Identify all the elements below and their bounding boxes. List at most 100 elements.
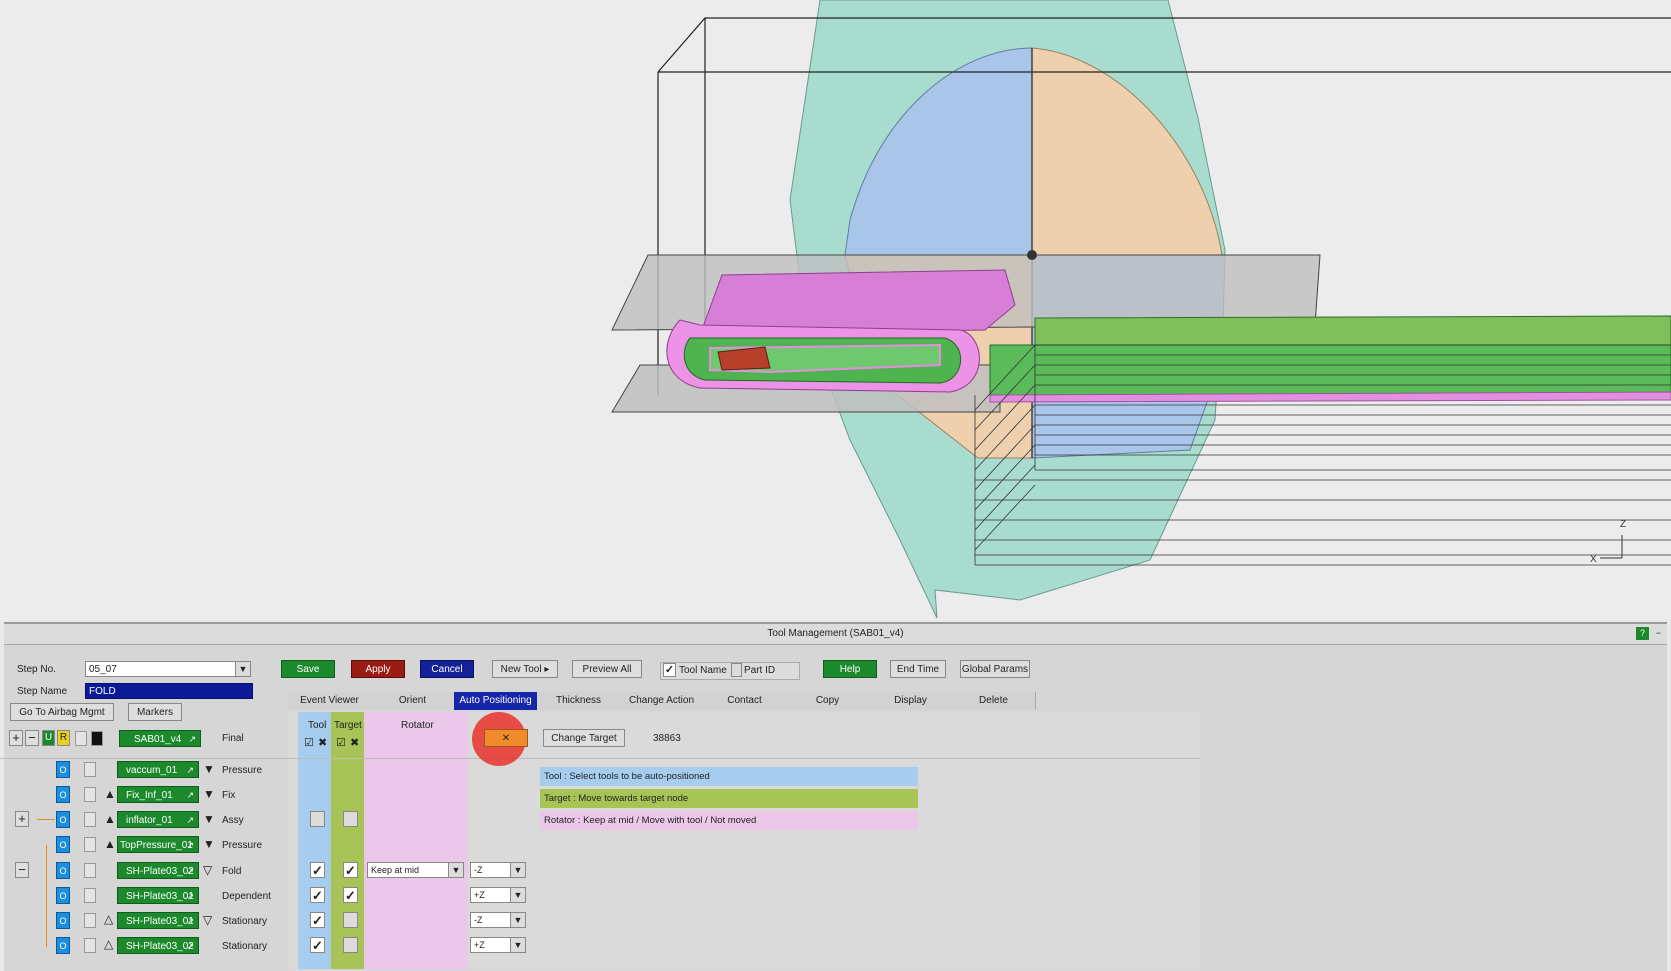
go-to-airbag-mgmt-button[interactable]: Go To Airbag Mgmt	[10, 703, 114, 721]
target-checkbox[interactable]	[343, 937, 358, 953]
markers-button[interactable]: Markers	[128, 703, 182, 721]
new-tool-button[interactable]: New Tool ▸	[492, 660, 558, 678]
folded-airbag-top	[699, 269, 1016, 336]
row-o-toggle[interactable]: O	[56, 862, 70, 879]
collapse-all-button[interactable]: −	[25, 730, 39, 746]
tool-checkbox[interactable]: ✓	[310, 862, 325, 878]
row-o-toggle[interactable]: O	[56, 887, 70, 904]
panel-titlebar: Tool Management (SAB01_v4) ? −	[4, 624, 1667, 645]
direction-dropdown-arrow[interactable]: ▼	[510, 937, 526, 953]
legend-tool: Tool : Select tools to be auto-positione…	[540, 767, 918, 786]
minimize-icon[interactable]: −	[1652, 627, 1665, 640]
target-checkbox[interactable]	[343, 912, 358, 928]
legend-rotator: Rotator : Keep at mid / Move with tool /…	[540, 811, 918, 830]
row-visibility[interactable]	[84, 938, 96, 953]
expand-inflator-button[interactable]: +	[15, 811, 29, 827]
pick-target-button[interactable]: ✕	[484, 729, 528, 747]
hollow-down-triangle-icon: ▽	[203, 913, 213, 927]
target-select-all-icon[interactable]: ☑	[336, 736, 346, 749]
row-name: SH-Plate03_01	[126, 891, 194, 902]
collapse-group-button[interactable]: −	[15, 862, 29, 878]
tool-sh-plate03-01[interactable]: SH-Plate03_01 ↗	[117, 887, 199, 904]
target-checkbox[interactable]	[343, 811, 358, 827]
tab-thickness[interactable]: Thickness	[537, 692, 621, 710]
row-arrow-icon: ↗	[186, 891, 194, 901]
row-o-toggle[interactable]: O	[56, 786, 70, 803]
tool-fix-inf-01[interactable]: Fix_Inf_01 ↗	[117, 786, 199, 803]
row-visibility[interactable]	[84, 787, 96, 802]
tool-checkbox[interactable]	[310, 811, 325, 827]
tool-name-checkbox[interactable]: ✓	[663, 663, 676, 677]
tab-contact[interactable]: Contact	[703, 692, 787, 710]
direction-dropdown-arrow[interactable]: ▼	[510, 887, 526, 903]
tab-auto-positioning[interactable]: Auto Positioning	[454, 692, 538, 710]
row-o-toggle[interactable]: O	[56, 811, 70, 828]
preview-all-button[interactable]: Preview All	[572, 660, 642, 678]
help-icon[interactable]: ?	[1636, 627, 1649, 640]
tool-sh-plate03-02[interactable]: SH-Plate03_02 ↗	[117, 862, 199, 879]
hollow-down-triangle-icon: ▽	[203, 863, 213, 877]
step-no-dropdown[interactable]: ▼	[235, 661, 251, 677]
row-visibility[interactable]	[84, 812, 96, 827]
row-o-toggle[interactable]: O	[56, 836, 70, 853]
tool-inflator-01[interactable]: inflator_01 ↗	[117, 811, 199, 828]
target-column-header: Target	[334, 720, 362, 731]
row-o-toggle[interactable]: O	[56, 937, 70, 954]
model-button[interactable]: SAB01_v4 ↗	[119, 730, 201, 747]
step-name-field[interactable]: FOLD	[85, 683, 253, 699]
tab-orient[interactable]: Orient	[371, 692, 455, 710]
target-node-marker	[1027, 250, 1037, 260]
tool-checkbox[interactable]: ✓	[310, 937, 325, 953]
expand-all-button[interactable]: +	[9, 730, 23, 746]
tool-sh-plate03-01-stationary[interactable]: SH-Plate03_01 ↗	[117, 912, 199, 929]
tab-event-viewer[interactable]: Event Viewer	[288, 692, 372, 710]
row-visibility[interactable]	[84, 837, 96, 852]
rotator-dropdown-arrow[interactable]: ▼	[448, 862, 464, 878]
legend-target: Target : Move towards target node	[540, 789, 918, 808]
header-separator	[0, 758, 1200, 759]
row-o-toggle[interactable]: O	[56, 761, 70, 778]
tab-copy[interactable]: Copy	[786, 692, 870, 710]
row-visibility[interactable]	[84, 762, 96, 777]
target-checkbox[interactable]: ✓	[343, 862, 358, 878]
save-button[interactable]: Save	[281, 660, 335, 678]
help-button[interactable]: Help	[823, 660, 877, 678]
tool-deselect-all-icon[interactable]: ✖	[318, 736, 327, 749]
apply-button[interactable]: Apply	[351, 660, 405, 678]
tab-display[interactable]: Display	[869, 692, 953, 710]
part-id-checkbox[interactable]	[731, 663, 742, 677]
row-name: SH-Plate03_01	[126, 916, 194, 927]
tool-select-all-icon[interactable]: ☑	[304, 736, 314, 749]
color-swatch[interactable]	[91, 731, 103, 746]
row-visibility[interactable]	[84, 863, 96, 878]
rotator-column-header: Rotator	[401, 720, 434, 731]
tab-delete[interactable]: Delete	[952, 692, 1036, 710]
tool-toppressure-01[interactable]: TopPressure_01 ↗	[117, 836, 199, 853]
3d-viewport[interactable]: Z X	[0, 0, 1671, 620]
direction-dropdown-arrow[interactable]: ▼	[510, 912, 526, 928]
tool-checkbox[interactable]: ✓	[310, 887, 325, 903]
cancel-button[interactable]: Cancel	[420, 660, 474, 678]
row-visibility[interactable]	[84, 913, 96, 928]
target-column-bg	[331, 712, 364, 969]
tool-vaccum-01[interactable]: vaccum_01 ↗	[117, 761, 199, 778]
tab-change-action[interactable]: Change Action	[620, 692, 704, 710]
tool-checkbox[interactable]: ✓	[310, 912, 325, 928]
visibility-toggle[interactable]	[75, 731, 87, 746]
row-o-toggle[interactable]: O	[56, 912, 70, 929]
airbag-fold-scene[interactable]: Z X	[0, 0, 1671, 620]
row-arrow-icon: ↗	[186, 790, 194, 800]
target-checkbox[interactable]: ✓	[343, 887, 358, 903]
u-toggle[interactable]: U	[42, 730, 55, 746]
axis-x-label: X	[1590, 554, 1597, 565]
row-visibility[interactable]	[84, 888, 96, 903]
tool-sh-plate03-02-stationary[interactable]: SH-Plate03_02 ↗	[117, 937, 199, 954]
target-deselect-all-icon[interactable]: ✖	[350, 736, 359, 749]
direction-dropdown-arrow[interactable]: ▼	[510, 862, 526, 878]
step-no-field[interactable]: 05_07	[85, 661, 237, 677]
change-target-button[interactable]: Change Target	[543, 729, 625, 747]
end-time-button[interactable]: End Time	[890, 660, 946, 678]
r-toggle[interactable]: R	[57, 730, 70, 746]
global-params-button[interactable]: Global Params	[960, 660, 1030, 678]
row-arrow-icon: ↗	[186, 866, 194, 876]
